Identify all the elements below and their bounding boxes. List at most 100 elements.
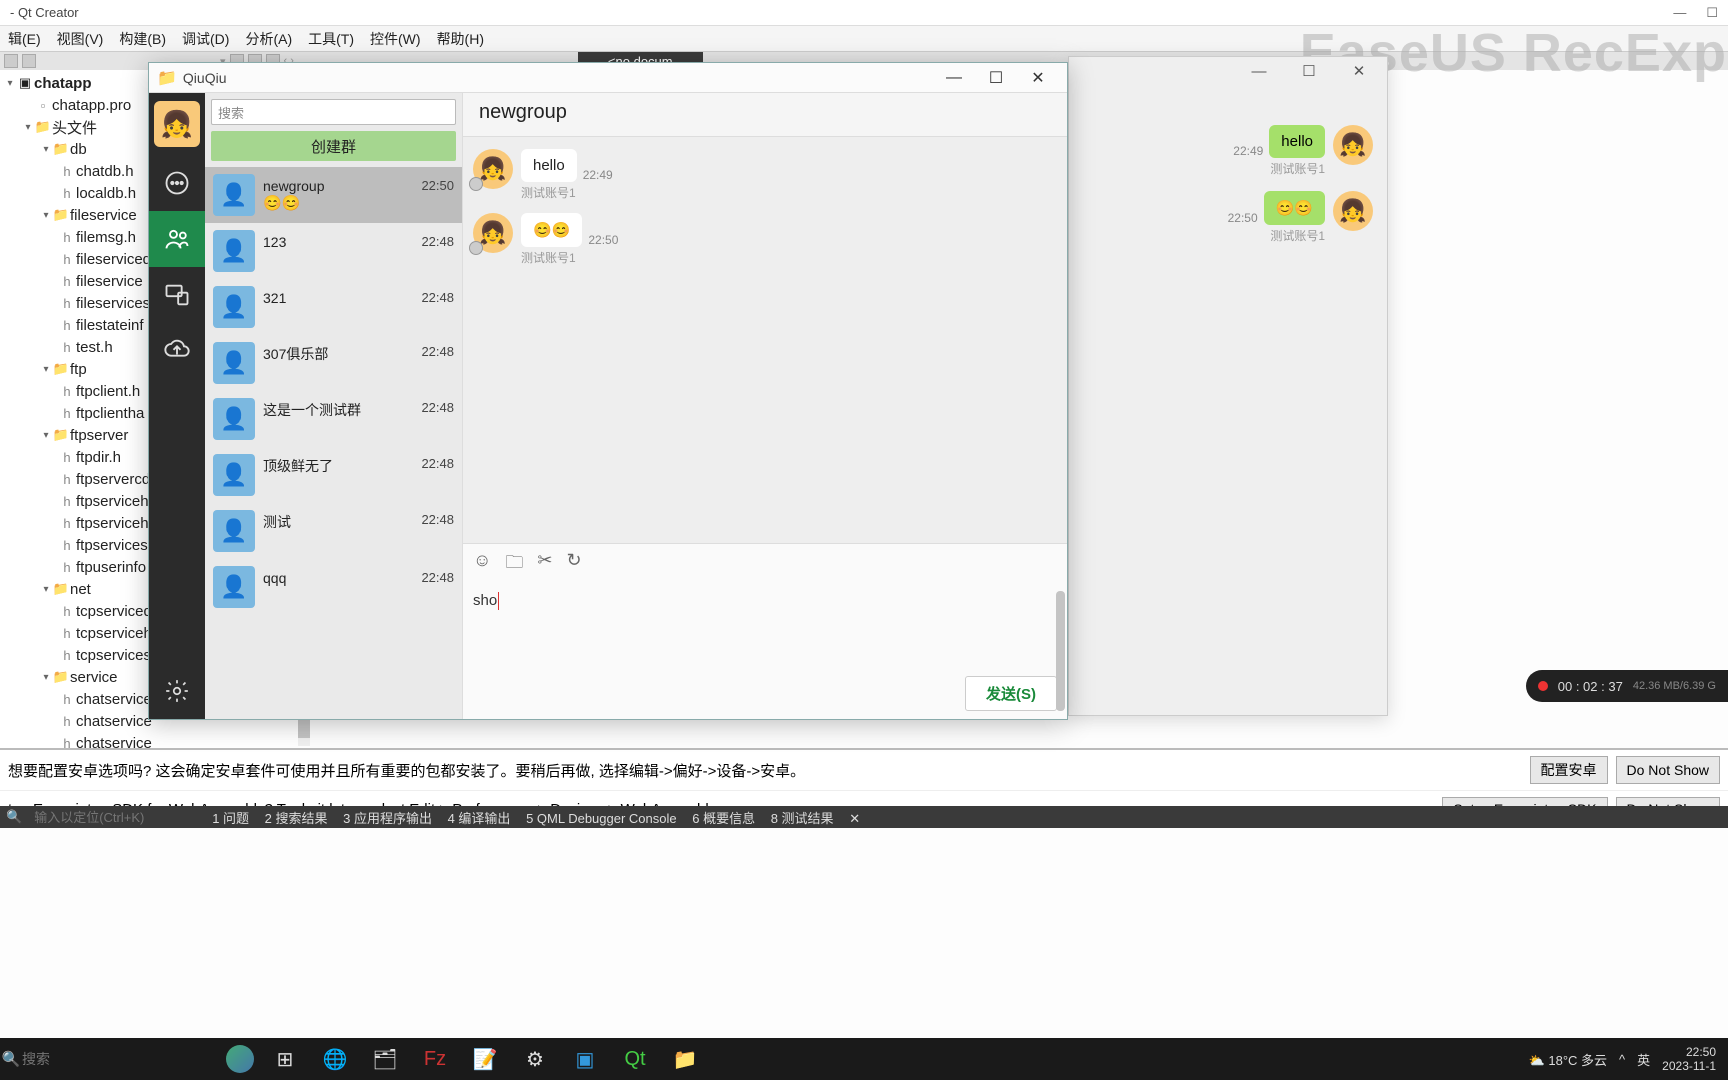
nav-upload-icon[interactable] bbox=[149, 323, 205, 379]
tree-file[interactable]: ftpservercd bbox=[76, 471, 150, 488]
tree-file[interactable]: test.h bbox=[76, 339, 113, 356]
menu-build[interactable]: 构建(B) bbox=[115, 27, 170, 51]
search-icon[interactable]: 🔍 bbox=[0, 1050, 22, 1068]
composer-scrollbar[interactable] bbox=[1056, 591, 1065, 711]
caret-icon[interactable]: ▾ bbox=[40, 430, 52, 441]
nav-chat-icon[interactable] bbox=[149, 155, 205, 211]
conversation-list[interactable]: 👤 newgroup22:50 😊😊 👤 12322:48 👤 32122:48… bbox=[205, 167, 462, 719]
tree-service[interactable]: service bbox=[70, 669, 118, 686]
tree-file[interactable]: localdb.h bbox=[76, 185, 136, 202]
tb-app-explorer[interactable]: 🗂 bbox=[362, 1041, 408, 1077]
tray-chevron-icon[interactable]: ^ bbox=[1619, 1052, 1625, 1067]
create-group-button[interactable]: 创建群 bbox=[211, 131, 456, 161]
emoji-icon[interactable]: ☺ bbox=[473, 550, 491, 580]
status-issues[interactable]: 1 问题 bbox=[212, 811, 249, 826]
tree-file[interactable]: ftpdir.h bbox=[76, 449, 121, 466]
tree-file[interactable]: ftpserviceh bbox=[76, 493, 149, 510]
conv-item[interactable]: 👤 newgroup22:50 😊😊 bbox=[205, 167, 462, 223]
nav-contacts-icon[interactable] bbox=[149, 211, 205, 267]
tb-app-taskview[interactable]: ⊞ bbox=[262, 1041, 308, 1077]
conv-item[interactable]: 👤 307俱乐部22:48 bbox=[205, 335, 462, 391]
tb-app-settings[interactable]: ⚙ bbox=[512, 1041, 558, 1077]
status-search[interactable]: 2 搜索结果 bbox=[265, 811, 328, 826]
close-icon[interactable]: ✕ bbox=[1017, 64, 1059, 92]
maximize-icon[interactable]: ☐ bbox=[975, 64, 1017, 92]
tb-app-chrome[interactable]: 🌐 bbox=[312, 1041, 358, 1077]
tree-file[interactable]: chatdb.h bbox=[76, 163, 134, 180]
tree-root[interactable]: chatapp bbox=[34, 75, 92, 92]
tree-file[interactable]: ftpuserinfo bbox=[76, 559, 146, 576]
donotshow-android-button[interactable]: Do Not Show bbox=[1616, 756, 1720, 784]
menu-debug[interactable]: 调试(D) bbox=[178, 27, 233, 51]
tb-back-icon[interactable] bbox=[4, 54, 18, 68]
status-close-icon[interactable]: ✕ bbox=[849, 811, 860, 826]
status-general[interactable]: 6 概要信息 bbox=[692, 811, 755, 826]
history-icon[interactable]: ↻ bbox=[566, 550, 581, 580]
caret-icon[interactable]: ▾ bbox=[40, 210, 52, 221]
cw2-titlebar[interactable]: — ☐ ✕ bbox=[1069, 57, 1387, 85]
qt-max-icon[interactable]: ☐ bbox=[1706, 5, 1718, 21]
status-compile[interactable]: 4 编译输出 bbox=[448, 811, 511, 826]
configure-android-button[interactable]: 配置安卓 bbox=[1530, 756, 1608, 784]
tree-net[interactable]: net bbox=[70, 581, 91, 598]
tray-ime[interactable]: 英 bbox=[1637, 1050, 1650, 1069]
tree-file[interactable]: filemsg.h bbox=[76, 229, 136, 246]
message-list[interactable]: 👧 hello 22:49 测试账号1 👧 😊😊 22: bbox=[463, 137, 1067, 543]
tree-ftpserver[interactable]: ftpserver bbox=[70, 427, 128, 444]
caret-icon[interactable]: ▾ bbox=[40, 584, 52, 595]
send-button[interactable]: 发送(S) bbox=[965, 676, 1057, 711]
tree-file[interactable]: tcpservices bbox=[76, 647, 151, 664]
chat-window[interactable]: 📁 QiuQiu — ☐ ✕ 👧 bbox=[148, 62, 1068, 720]
conv-item[interactable]: 👤 顶级鲜无了22:48 bbox=[205, 447, 462, 503]
tb-app-notes[interactable]: 📝 bbox=[462, 1041, 508, 1077]
nav-settings-icon[interactable] bbox=[149, 663, 205, 719]
caret-icon[interactable]: ▾ bbox=[4, 78, 16, 89]
folder-icon[interactable]: 🗀 bbox=[505, 550, 523, 580]
conv-item[interactable]: 👤 这是一个测试群22:48 bbox=[205, 391, 462, 447]
tree-headers[interactable]: 头文件 bbox=[52, 117, 97, 138]
tree-file[interactable]: chatservice bbox=[76, 691, 152, 708]
qt-min-icon[interactable]: — bbox=[1673, 5, 1686, 21]
caret-icon[interactable]: ▾ bbox=[40, 672, 52, 683]
tb-app-todesk[interactable]: ▣ bbox=[562, 1041, 608, 1077]
tree-file[interactable]: ftpservices bbox=[76, 537, 148, 554]
tray-weather[interactable]: ⛅ 18°C 多云 bbox=[1529, 1050, 1607, 1069]
maximize-icon[interactable]: ☐ bbox=[1289, 62, 1329, 80]
tree-file[interactable]: tcpserviced bbox=[76, 603, 152, 620]
menu-tools[interactable]: 工具(T) bbox=[304, 27, 358, 51]
close-icon[interactable]: ✕ bbox=[1339, 62, 1379, 80]
nav-devices-icon[interactable] bbox=[149, 267, 205, 323]
tree-db[interactable]: db bbox=[70, 141, 87, 158]
tree-file[interactable]: chatservice bbox=[76, 713, 152, 730]
tb-app-qt[interactable]: Qt bbox=[612, 1041, 658, 1077]
caret-icon[interactable]: ▾ bbox=[22, 122, 34, 133]
tb-app-copilot[interactable] bbox=[226, 1045, 254, 1073]
conv-item[interactable]: 👤 32122:48 bbox=[205, 279, 462, 335]
tree-file[interactable]: tcpserviceh bbox=[76, 625, 152, 642]
tb-app-filezilla[interactable]: Fz bbox=[412, 1041, 458, 1077]
tray-clock[interactable]: 22:50 2023-11-1 bbox=[1662, 1045, 1716, 1073]
status-appout[interactable]: 3 应用程序输出 bbox=[343, 811, 432, 826]
menu-edit[interactable]: 辑(E) bbox=[4, 27, 45, 51]
status-test[interactable]: 8 测试结果 bbox=[771, 811, 834, 826]
chat-titlebar[interactable]: 📁 QiuQiu — ☐ ✕ bbox=[149, 63, 1067, 93]
minimize-icon[interactable]: — bbox=[1239, 63, 1279, 80]
menu-help[interactable]: 帮助(H) bbox=[433, 27, 488, 51]
tree-file[interactable]: fileservice bbox=[76, 273, 143, 290]
search-input[interactable]: 搜索 bbox=[211, 99, 456, 125]
conv-item[interactable]: 👤 测试22:48 bbox=[205, 503, 462, 559]
minimize-icon[interactable]: — bbox=[933, 64, 975, 92]
tree-file[interactable]: fileserviced bbox=[76, 251, 151, 268]
menu-analyze[interactable]: 分析(A) bbox=[241, 27, 296, 51]
tree-pro[interactable]: chatapp.pro bbox=[52, 97, 131, 114]
tree-fileservice[interactable]: fileservice bbox=[70, 207, 137, 224]
menu-widgets[interactable]: 控件(W) bbox=[366, 27, 425, 51]
composer-input[interactable]: sho bbox=[463, 586, 1067, 676]
tree-file[interactable]: ftpserviceh bbox=[76, 515, 149, 532]
user-avatar[interactable]: 👧 bbox=[154, 101, 200, 147]
tree-ftp[interactable]: ftp bbox=[70, 361, 87, 378]
tree-file[interactable]: fileservices bbox=[76, 295, 150, 312]
conv-item[interactable]: 👤 12322:48 bbox=[205, 223, 462, 279]
conv-item[interactable]: 👤 qqq22:48 bbox=[205, 559, 462, 615]
tree-file[interactable]: ftpclient.h bbox=[76, 383, 140, 400]
